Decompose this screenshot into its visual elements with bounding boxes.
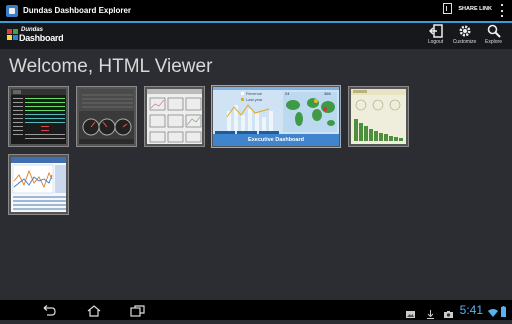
executive-dashboard-caption: Executive Dashboard bbox=[213, 134, 339, 146]
explore-button[interactable]: Explore bbox=[479, 24, 508, 48]
app-icon bbox=[6, 4, 18, 17]
legend-revenue: Revenue bbox=[246, 91, 263, 96]
dashboard-thumbnail-1[interactable] bbox=[8, 86, 69, 147]
system-navigation-bar: 5:41 bbox=[0, 300, 512, 320]
thumbnail-preview-image bbox=[11, 89, 66, 139]
kpi-left-value: 24 bbox=[285, 91, 290, 96]
logout-icon bbox=[428, 24, 443, 38]
logout-label: Logout bbox=[427, 39, 444, 45]
camera-icon bbox=[444, 306, 453, 318]
overflow-menu-icon[interactable] bbox=[501, 4, 504, 17]
customize-button[interactable]: Customize bbox=[450, 24, 479, 48]
gear-icon bbox=[458, 24, 472, 38]
dashboard-thumbnail-3[interactable] bbox=[144, 86, 205, 147]
app-title: Dundas Dashboard Explorer bbox=[23, 6, 132, 15]
dundas-logo: Dundas Dashboard bbox=[7, 27, 64, 45]
executive-dashboard-preview bbox=[213, 87, 339, 136]
legend-last-year: Last year bbox=[246, 97, 263, 102]
dashboard-thumbnail-5[interactable] bbox=[348, 86, 409, 147]
download-icon bbox=[426, 306, 435, 319]
dashboard-thumbnail-executive[interactable]: Revenue Last year 24 366 Executive Dashb… bbox=[211, 85, 341, 148]
customize-label: Customize bbox=[452, 39, 477, 45]
dashboard-thumbnail-6[interactable] bbox=[8, 154, 69, 215]
status-clock: 5:41 bbox=[459, 303, 483, 317]
gallery-notification-icon bbox=[406, 306, 415, 318]
logout-button[interactable]: Logout bbox=[421, 24, 450, 48]
kpi-right-value: 366 bbox=[324, 91, 331, 96]
thumbnail-preview-image bbox=[351, 89, 406, 141]
thumbnail-preview-image bbox=[79, 89, 134, 144]
wifi-icon bbox=[488, 305, 498, 317]
thumbnail-preview-image bbox=[147, 89, 202, 143]
back-icon[interactable] bbox=[40, 304, 56, 316]
explore-label: Explore bbox=[485, 39, 502, 45]
battery-icon bbox=[501, 304, 506, 317]
recent-apps-icon[interactable] bbox=[130, 304, 146, 317]
logo-word-dashboard: Dashboard bbox=[19, 33, 64, 43]
share-icon bbox=[443, 3, 453, 14]
action-bar: Dundas Dashboard Logout Customize Explor… bbox=[0, 23, 512, 49]
share-link-button[interactable]: SHARE LINK bbox=[443, 3, 492, 14]
search-icon bbox=[487, 24, 501, 38]
title-bar: Dundas Dashboard Explorer SHARE LINK bbox=[0, 0, 512, 21]
welcome-heading: Welcome, HTML Viewer bbox=[9, 56, 213, 77]
home-icon[interactable] bbox=[86, 304, 102, 317]
dashboard-thumbnail-2[interactable] bbox=[76, 86, 137, 147]
thumbnail-preview-image bbox=[11, 157, 66, 210]
share-link-label: SHARE LINK bbox=[458, 5, 492, 12]
